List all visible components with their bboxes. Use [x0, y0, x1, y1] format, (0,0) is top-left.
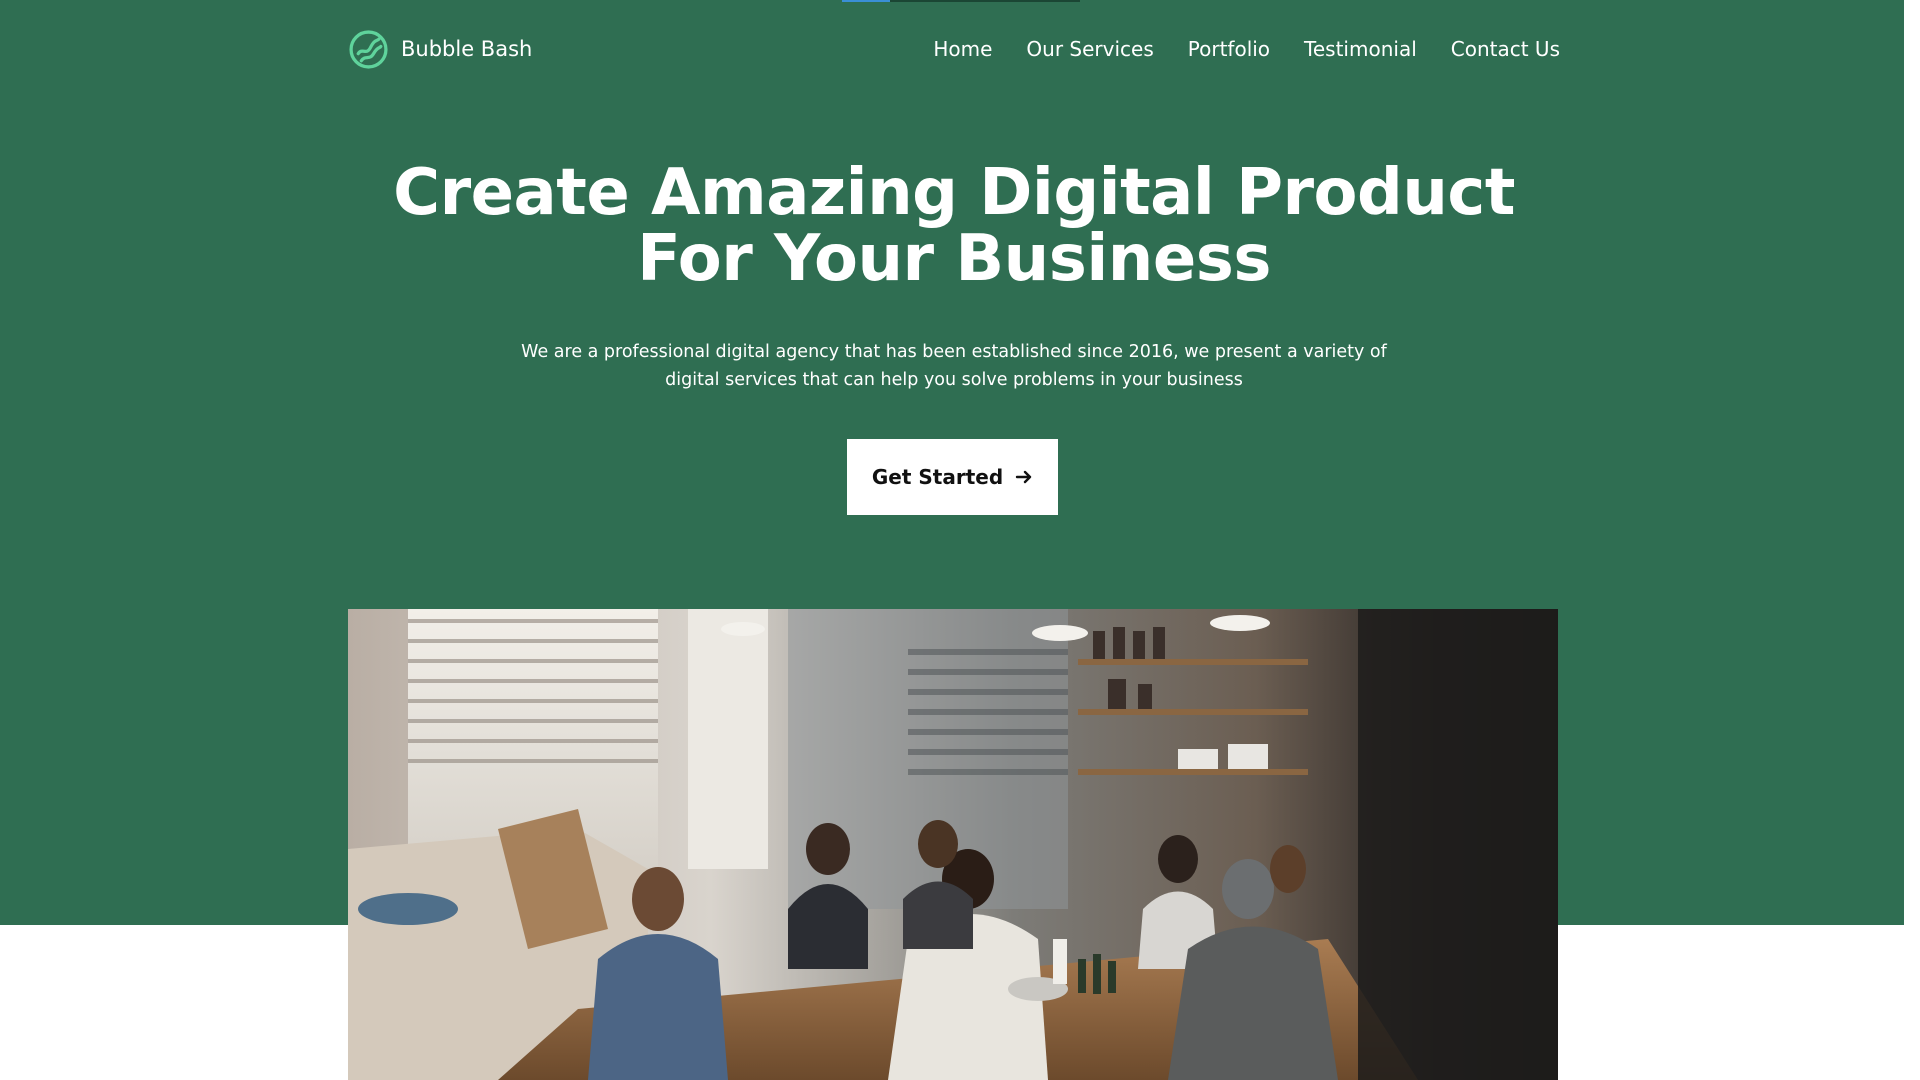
arrow-right-icon [1015, 470, 1032, 484]
page: Bubble Bash Home Our Services Portfolio … [0, 0, 1904, 1080]
get-started-label: Get Started [871, 465, 1004, 489]
main-nav: Home Our Services Portfolio Testimonial … [933, 37, 1560, 61]
reading-progress-fill [842, 0, 890, 2]
team-meeting-photo [348, 609, 1558, 1080]
brand-link[interactable]: Bubble Bash [348, 29, 532, 70]
reading-progress-bar [842, 0, 1080, 2]
team-meeting-illustration [348, 609, 1558, 1080]
hero-title-line-2: For Your Business [637, 222, 1271, 296]
nav-link-home[interactable]: Home [933, 37, 992, 61]
site-header: Bubble Bash Home Our Services Portfolio … [348, 24, 1560, 74]
nav-link-our-services[interactable]: Our Services [1026, 37, 1153, 61]
brand-logo-icon [349, 29, 388, 69]
hero-title: Create Amazing Digital Product For Your … [348, 160, 1560, 292]
nav-link-testimonial[interactable]: Testimonial [1304, 37, 1417, 61]
nav-link-portfolio[interactable]: Portfolio [1188, 37, 1270, 61]
hero-title-line-1: Create Amazing Digital Product [393, 156, 1515, 230]
nav-link-contact-us[interactable]: Contact Us [1451, 37, 1560, 61]
hero-description: We are a professional digital agency tha… [521, 342, 1387, 390]
get-started-button[interactable]: Get Started [847, 439, 1058, 515]
brand-name: Bubble Bash [401, 37, 533, 61]
